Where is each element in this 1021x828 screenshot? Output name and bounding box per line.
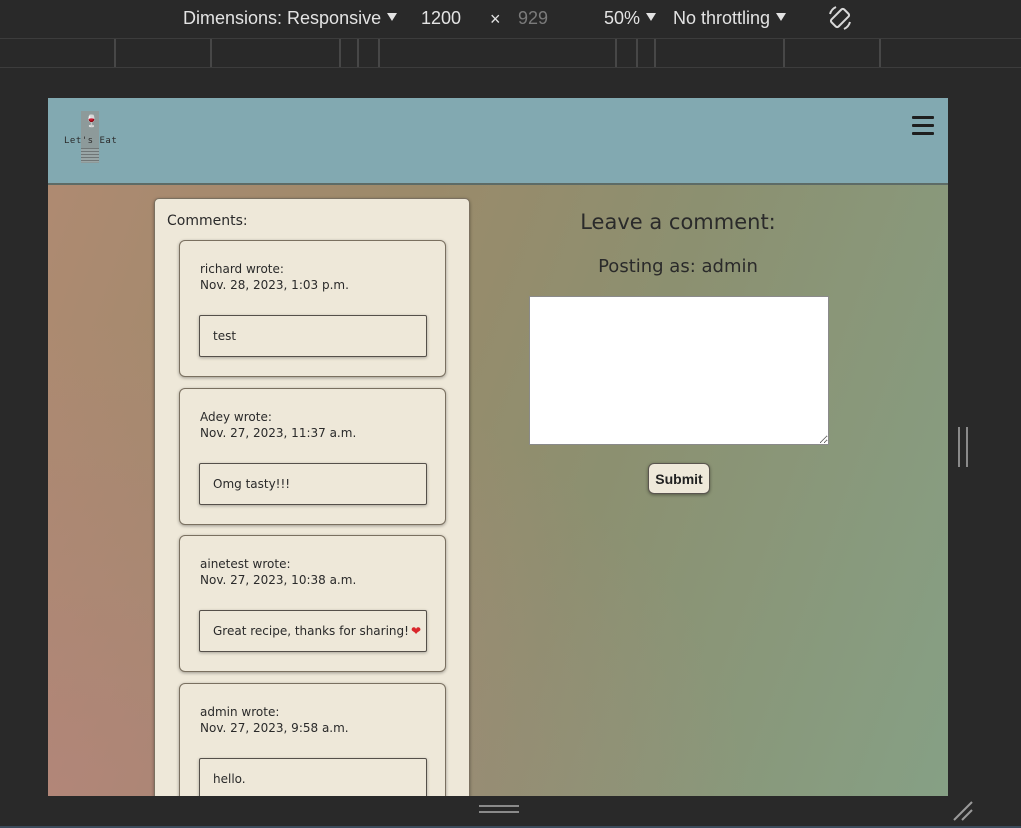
heart-icon: ❤ [410, 624, 422, 638]
dimensions-label: Dimensions: Responsive [183, 8, 382, 28]
zoom-label: 50% [604, 8, 641, 28]
comment-body: hello. [199, 758, 427, 796]
comment-date: Nov. 27, 2023, 9:58 a.m. [200, 721, 349, 735]
ruler-tick[interactable] [879, 39, 881, 67]
rotate-icon[interactable] [826, 4, 854, 32]
comment-date: Nov. 28, 2023, 1:03 p.m. [200, 278, 349, 292]
ruler-tick[interactable] [783, 39, 785, 67]
width-input[interactable]: 1200 [421, 8, 461, 29]
posting-as-label: Posting as: admin [598, 256, 758, 277]
resize-corner-icon[interactable] [952, 800, 974, 822]
devtools-bottom-bar [0, 796, 1021, 828]
devtools-toolbar: Dimensions: Responsive 1200 × 929 50% No… [0, 0, 1021, 38]
comment-text: Great recipe, thanks for sharing! [213, 624, 409, 638]
wine-glass-icon: 🍷 [84, 114, 99, 128]
comment-author: Adey wrote: [200, 410, 272, 424]
comment-author: admin wrote: [200, 705, 280, 719]
comment-card: Adey wrote: Nov. 27, 2023, 11:37 a.m. Om… [179, 388, 446, 525]
resize-handle-right[interactable] [958, 427, 968, 467]
comment-text: hello. [213, 772, 246, 786]
zoom-dropdown[interactable]: 50% [604, 8, 657, 29]
comment-body: test [199, 315, 427, 357]
ruler-tick[interactable] [357, 39, 359, 67]
comment-body: Omg tasty!!! [199, 463, 427, 505]
hamburger-menu-icon[interactable] [912, 116, 934, 136]
ruler-tick[interactable] [654, 39, 656, 67]
comment-author: ainetest wrote: [200, 557, 291, 571]
comment-date: Nov. 27, 2023, 11:37 a.m. [200, 426, 357, 440]
throttling-label: No throttling [673, 8, 771, 28]
throttling-dropdown[interactable]: No throttling [673, 8, 787, 29]
logo-stripes [81, 148, 99, 162]
comment-text: test [213, 329, 237, 343]
page-viewport: 🍷 Let's Eat Comments: richard wrote: Nov… [48, 98, 948, 796]
height-input[interactable]: 929 [518, 8, 548, 29]
caret-down-icon [387, 12, 398, 21]
comments-panel: Comments: richard wrote: Nov. 28, 2023, … [154, 198, 470, 796]
comment-textarea[interactable] [529, 296, 829, 445]
resize-handle-bottom[interactable] [479, 805, 519, 813]
comment-card: richard wrote: Nov. 28, 2023, 1:03 p.m. … [179, 240, 446, 377]
comment-card: admin wrote: Nov. 27, 2023, 9:58 a.m. he… [179, 683, 446, 796]
comment-author: richard wrote: [200, 262, 284, 276]
leave-comment-title: Leave a comment: [580, 210, 776, 234]
comment-date: Nov. 27, 2023, 10:38 a.m. [200, 573, 357, 587]
ruler-tick[interactable] [636, 39, 638, 67]
comment-text: Omg tasty!!! [213, 477, 291, 491]
ruler-tick[interactable] [210, 39, 212, 67]
submit-button[interactable]: Submit [648, 463, 710, 494]
ruler-tick[interactable] [114, 39, 116, 67]
logo-text: Let's Eat [64, 136, 118, 146]
site-logo[interactable]: 🍷 Let's Eat [64, 111, 120, 165]
comment-card: ainetest wrote: Nov. 27, 2023, 10:38 a.m… [179, 535, 446, 672]
ruler-tick[interactable] [615, 39, 617, 67]
comment-body: Great recipe, thanks for sharing! ❤ [199, 610, 427, 652]
times-icon: × [490, 9, 501, 29]
caret-down-icon [646, 12, 657, 21]
media-query-ruler [0, 38, 1021, 68]
comments-title: Comments: [167, 213, 248, 229]
site-header: 🍷 Let's Eat [48, 98, 948, 185]
ruler-tick[interactable] [339, 39, 341, 67]
dimensions-dropdown[interactable]: Dimensions: Responsive [183, 8, 398, 29]
caret-down-icon [776, 12, 787, 21]
ruler-tick[interactable] [378, 39, 380, 67]
